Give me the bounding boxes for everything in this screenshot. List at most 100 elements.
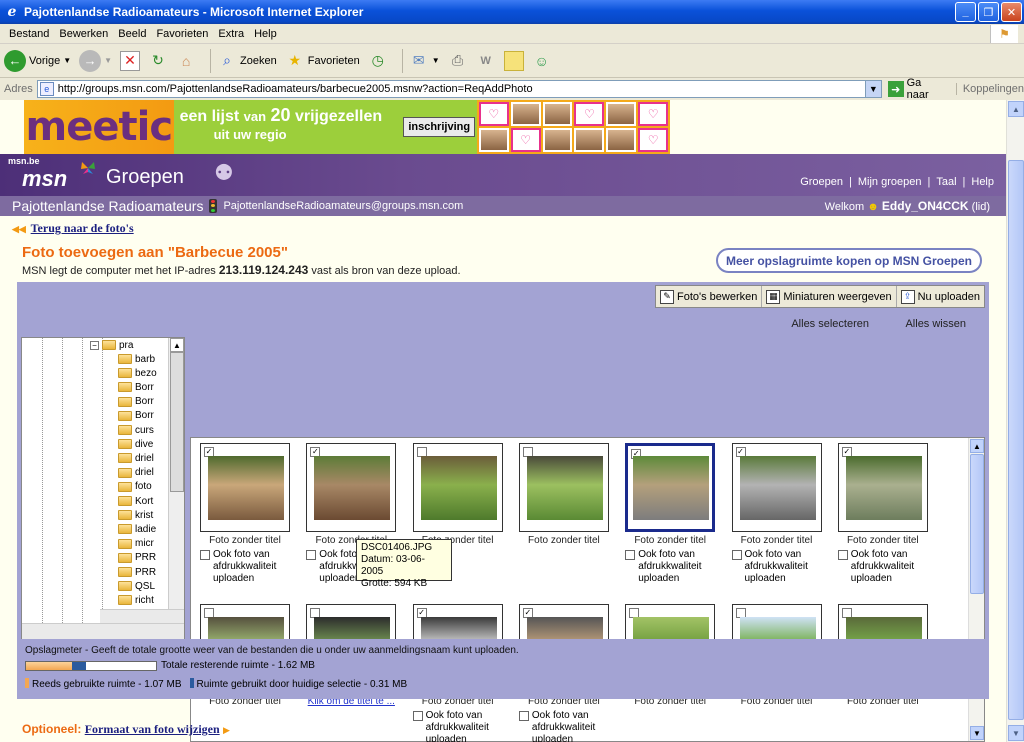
buy-storage-button[interactable]: Meer opslagruimte kopen op MSN Groepen xyxy=(716,248,982,273)
folder-tree[interactable]: − pra barb bezo Borr Borr Borr curs dive driel d… xyxy=(21,337,185,640)
select-all-link[interactable]: Alles selecteren xyxy=(791,318,869,330)
hq-upload-checkbox[interactable] xyxy=(412,711,423,721)
photo-thumbnail[interactable]: ✓ xyxy=(837,443,928,532)
photo-caption: Foto zonder titel xyxy=(209,535,281,546)
group-bar: Pajottenlandse Radioamateurs Pajottenlan… xyxy=(0,196,1006,216)
photo-thumbnail[interactable] xyxy=(518,443,609,532)
photo-image xyxy=(208,456,284,520)
scroll-down-icon[interactable]: ▼ xyxy=(1008,725,1024,741)
collapse-icon[interactable]: − xyxy=(90,340,99,350)
hq-upload-option[interactable]: Ook foto van afdrukkwaliteit uploaden xyxy=(200,549,300,585)
photo-thumbnail[interactable]: ✓ xyxy=(306,443,397,532)
forward-button[interactable]: → ▼ xyxy=(79,49,112,72)
group-name[interactable]: Pajottenlandse Radioamateurs xyxy=(12,198,203,214)
menu-help[interactable]: Help xyxy=(249,28,282,40)
photo-caption: Foto zonder titel xyxy=(528,535,600,546)
go-button[interactable]: ➜ Ga naar xyxy=(887,77,946,101)
close-button[interactable]: ✕ xyxy=(1001,2,1022,22)
back-button[interactable]: ← Vorige ▼ xyxy=(4,49,71,72)
word-icon: W xyxy=(480,54,491,67)
photo-thumbnail[interactable] xyxy=(412,443,503,532)
scroll-up-icon[interactable]: ▲ xyxy=(970,439,984,453)
hq-upload-checkbox[interactable] xyxy=(518,711,529,721)
scroll-up-icon[interactable]: ▲ xyxy=(170,338,184,352)
tree-vertical-scrollbar[interactable]: ▲ ▼ xyxy=(168,338,184,623)
menu-bestand[interactable]: Bestand xyxy=(4,28,54,40)
ad-register-area: inschrijving xyxy=(401,100,477,154)
photo-thumbnail[interactable]: ✓ xyxy=(625,443,716,532)
menu-extra[interactable]: Extra xyxy=(213,28,249,40)
hq-upload-checkbox[interactable] xyxy=(625,550,636,560)
msn-logo[interactable]: msn xyxy=(22,166,67,192)
links-button[interactable]: Koppelingen xyxy=(955,83,1024,95)
tree-horizontal-scrollbar[interactable] xyxy=(22,623,184,639)
nav-groepen[interactable]: Groepen xyxy=(800,176,843,188)
ip-address: 213.119.124.243 xyxy=(218,263,309,277)
clear-all-link[interactable]: Alles wissen xyxy=(905,318,966,330)
mail-button[interactable]: ✉ ▼ xyxy=(409,51,440,71)
home-button[interactable]: ⌂ xyxy=(176,51,196,71)
hq-upload-option[interactable]: Ook foto van afdrukkwaliteit uploaden xyxy=(625,549,725,585)
hq-upload-label-line: afdrukkwaliteit xyxy=(638,561,702,572)
photo-thumbnail[interactable]: ✓ xyxy=(731,443,822,532)
maximize-button[interactable]: ❐ xyxy=(978,2,999,22)
address-input[interactable]: e http://groups.msn.com/PajottenlandseRa… xyxy=(36,80,882,98)
hq-upload-checkbox[interactable] xyxy=(837,550,848,560)
user-name[interactable]: Eddy_ON4CCK xyxy=(882,199,969,213)
hq-upload-option[interactable]: Ook foto van afdrukkwaliteit uploaden xyxy=(412,710,513,742)
legend-selection-label: Ruimte gebruikt door huidige selectie - … xyxy=(196,679,408,690)
hq-upload-option[interactable]: Ook foto van afdrukkwaliteit uploaden xyxy=(837,549,938,585)
stop-button[interactable]: ✕ xyxy=(120,50,141,71)
ad-line2: vrijgezellen xyxy=(294,108,383,125)
chevron-down-icon[interactable]: ▼ xyxy=(864,81,881,97)
ad-register-button[interactable]: inschrijving xyxy=(403,117,476,137)
tree-scroll-thumb[interactable] xyxy=(170,352,184,492)
grid-scroll-thumb[interactable] xyxy=(970,454,984,594)
folder-icon xyxy=(118,595,132,606)
hq-upload-checkbox[interactable] xyxy=(306,550,317,560)
tree-inner-hscroll[interactable] xyxy=(100,609,184,623)
hq-upload-checkbox[interactable] xyxy=(200,550,210,560)
back-label: Vorige xyxy=(29,54,61,67)
tree-folder-label: dive xyxy=(135,438,154,450)
ie-icon: e xyxy=(7,4,17,20)
edit-button[interactable]: W xyxy=(476,51,496,71)
menu-bewerken[interactable]: Bewerken xyxy=(54,28,113,40)
smiley-icon: ☻ xyxy=(867,201,879,213)
scroll-down-icon[interactable]: ▼ xyxy=(970,726,984,740)
back-link[interactable]: Terug naar de foto's xyxy=(31,221,134,235)
nav-taal[interactable]: Taal xyxy=(936,176,956,188)
page-vertical-scrollbar[interactable]: ▲ ▼ xyxy=(1006,100,1024,742)
messenger-button[interactable]: ☺ xyxy=(532,51,552,71)
print-button[interactable]: ⎙ xyxy=(448,51,468,71)
hq-upload-label: Ook foto van afdrukkwaliteit uploaden xyxy=(851,549,914,585)
ip-notice-prefix: MSN legt de computer met het IP-adres xyxy=(22,265,216,277)
msn-site-label: msn.be xyxy=(8,156,40,166)
photo-image xyxy=(420,456,497,520)
minimize-button[interactable]: _ xyxy=(955,2,976,22)
group-email[interactable]: PajottenlandseRadioamateurs@groups.msn.c… xyxy=(223,200,463,212)
refresh-button[interactable]: ↻ xyxy=(148,51,168,71)
history-button[interactable]: ◷ xyxy=(368,51,388,71)
search-button[interactable]: ⌕ Zoeken xyxy=(217,51,277,71)
photo-thumbnail[interactable]: ✓ xyxy=(200,443,290,532)
discuss-button[interactable] xyxy=(503,50,524,71)
resize-photo-link[interactable]: Formaat van foto wijzigen xyxy=(85,722,220,736)
nav-help[interactable]: Help xyxy=(971,176,994,188)
meetic-ad-banner[interactable]: meetic een lijst van 20 vrijgezellen uit… xyxy=(24,100,670,154)
hq-upload-option[interactable]: Ook foto van afdrukkwaliteit uploaden xyxy=(518,710,619,742)
hq-upload-option[interactable]: Ook foto van afdrukkwaliteit uploaden xyxy=(731,549,832,585)
upload-now-button[interactable]: ⇪ Nu uploaden xyxy=(897,286,984,307)
page-scroll-thumb[interactable] xyxy=(1008,160,1024,720)
hq-upload-checkbox[interactable] xyxy=(731,550,742,560)
search-icon: ⌕ xyxy=(223,52,231,68)
favorites-button[interactable]: ★ Favorieten xyxy=(285,51,359,71)
nav-mijn-groepen[interactable]: Mijn groepen xyxy=(858,176,922,188)
scroll-up-icon[interactable]: ▲ xyxy=(1008,101,1024,117)
menu-beeld[interactable]: Beeld xyxy=(113,28,151,40)
show-thumbnails-button[interactable]: ▦ Miniaturen weergeven xyxy=(762,286,897,307)
menu-favorieten[interactable]: Favorieten xyxy=(151,28,213,40)
edit-photos-button[interactable]: ✎ Foto's bewerken xyxy=(656,286,763,307)
back-to-photos[interactable]: ◀◀ Terug naar de foto's xyxy=(12,221,134,236)
storage-bar xyxy=(25,661,157,671)
